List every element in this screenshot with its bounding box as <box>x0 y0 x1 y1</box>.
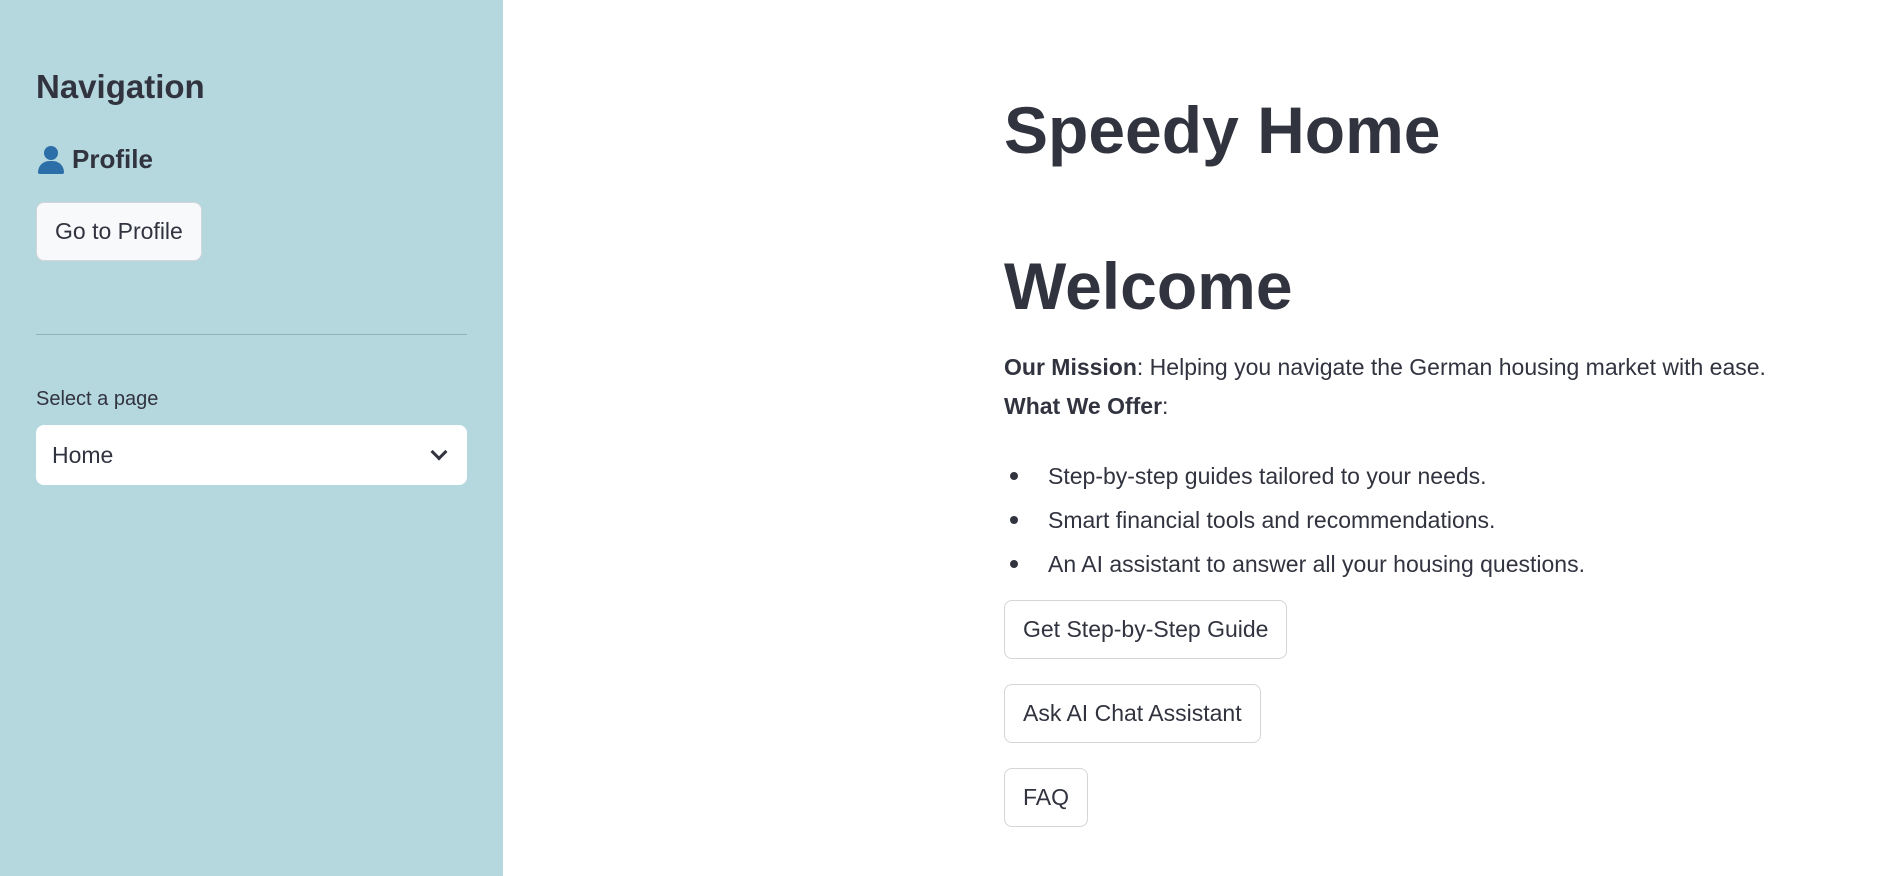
profile-heading: Profile <box>36 144 153 175</box>
offer-item-text: An AI assistant to answer all your housi… <box>1048 550 1585 577</box>
ask-ai-chat-button[interactable]: Ask AI Chat Assistant <box>1004 684 1261 743</box>
offer-line: What We Offer: <box>1004 393 1168 420</box>
list-item: Smart financial tools and recommendation… <box>1004 498 1585 542</box>
mission-text: : Helping you navigate the German housin… <box>1136 354 1766 380</box>
bullet-icon <box>1010 516 1018 524</box>
mission-label: Our Mission <box>1004 354 1137 380</box>
offer-label: What We Offer <box>1004 393 1163 419</box>
offer-list: Step-by-step guides tailored to your nee… <box>1004 454 1585 586</box>
page-select-value: Home <box>52 441 114 468</box>
bullet-icon <box>1010 560 1018 568</box>
sidebar: Navigation Profile Go to Profile Select … <box>0 0 503 876</box>
profile-heading-label: Profile <box>72 144 153 174</box>
list-item: Step-by-step guides tailored to your nee… <box>1004 454 1585 498</box>
sidebar-title: Navigation <box>36 68 205 105</box>
person-icon <box>36 145 66 175</box>
chevron-down-icon[interactable] <box>430 443 448 461</box>
welcome-heading: Welcome <box>1004 249 1293 323</box>
list-item: An AI assistant to answer all your housi… <box>1004 542 1585 586</box>
page-select-label: Select a page <box>36 388 159 410</box>
get-guide-button[interactable]: Get Step-by-Step Guide <box>1004 600 1288 659</box>
main-area: Speedy Home Welcome Our Mission: Helping… <box>503 0 1887 876</box>
page-select[interactable]: Home <box>36 425 467 485</box>
sidebar-divider <box>36 334 467 335</box>
offer-suffix: : <box>1162 393 1169 419</box>
mission-line: Our Mission: Helping you navigate the Ge… <box>1004 354 1766 381</box>
faq-button[interactable]: FAQ <box>1004 768 1089 827</box>
offer-item-text: Step-by-step guides tailored to your nee… <box>1048 462 1487 489</box>
go-to-profile-button[interactable]: Go to Profile <box>36 202 202 261</box>
app-title: Speedy Home <box>1004 93 1441 167</box>
offer-item-text: Smart financial tools and recommendation… <box>1048 506 1496 533</box>
app-root: Navigation Profile Go to Profile Select … <box>0 0 1887 876</box>
bullet-icon <box>1010 472 1018 480</box>
